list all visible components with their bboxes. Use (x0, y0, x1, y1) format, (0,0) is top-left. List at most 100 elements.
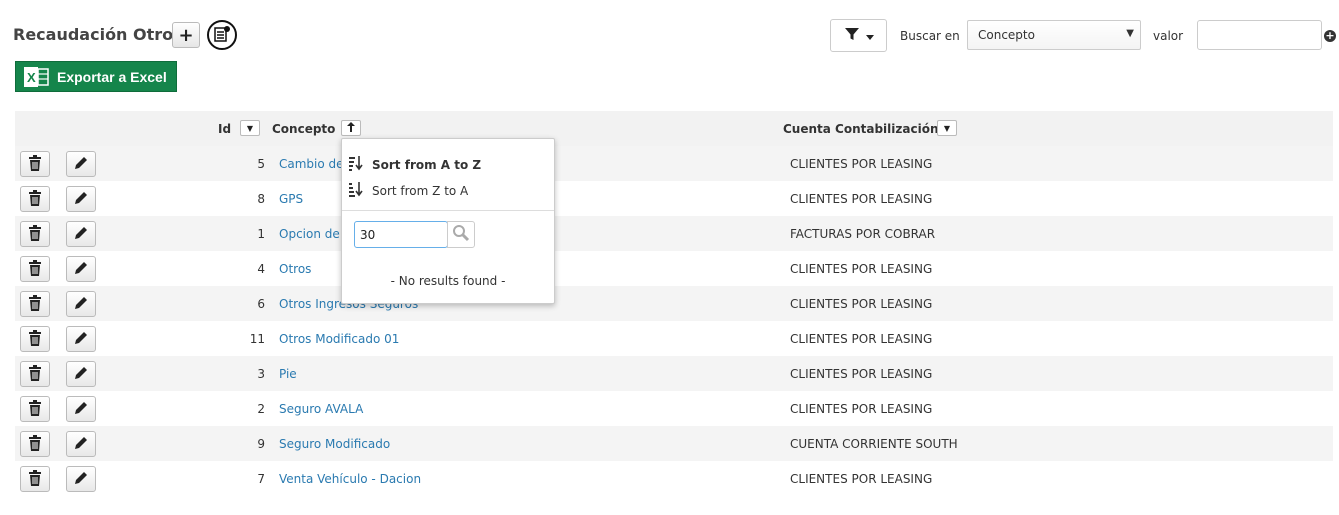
search-icon (452, 224, 470, 245)
row-cuenta: CLIENTES POR LEASING (790, 332, 933, 346)
trash-icon (28, 399, 42, 419)
row-cuenta: CLIENTES POR LEASING (790, 402, 933, 416)
table-row: 8 GPS CLIENTES POR LEASING (15, 181, 1333, 216)
delete-button[interactable] (20, 256, 50, 282)
table-row: 6 Otros Ingresos Seguros CLIENTES POR LEAS… (15, 286, 1333, 321)
sort-ascending-icon (348, 155, 364, 174)
no-results-message: - No results found - (390, 274, 506, 288)
row-id: 7 (257, 472, 265, 486)
row-concepto-link[interactable]: Pie (279, 367, 297, 381)
table-row: 3 Pie CLIENTES POR LEASING (15, 356, 1333, 391)
pencil-icon (74, 401, 88, 418)
filter-search-input[interactable]: 30 (354, 221, 448, 248)
search-field-select[interactable]: Concepto ▼ (967, 20, 1141, 50)
pencil-icon (74, 471, 88, 488)
row-cuenta: CLIENTES POR LEASING (790, 297, 933, 311)
table-row: 9 Seguro Modificado CUENTA CORRIENTE SOUTH (15, 426, 1333, 461)
edit-button[interactable] (66, 466, 96, 492)
column-sort-concepto-button[interactable] (341, 120, 361, 136)
row-id: 6 (257, 297, 265, 311)
row-cuenta: CLIENTES POR LEASING (790, 262, 933, 276)
edit-button[interactable] (66, 396, 96, 422)
delete-button[interactable] (20, 431, 50, 457)
trash-icon (28, 259, 42, 279)
table-row: 5 Cambio de CLIENTES POR LEASING (15, 146, 1333, 181)
pencil-icon (74, 191, 88, 208)
caret-down-icon: ▼ (943, 123, 951, 133)
excel-icon: X (23, 66, 49, 88)
edit-button[interactable] (66, 221, 96, 247)
delete-button[interactable] (20, 221, 50, 247)
trash-icon (28, 224, 42, 244)
trash-icon (28, 434, 42, 454)
sort-descending-item[interactable]: Sort from Z to A (348, 181, 468, 200)
export-excel-button[interactable]: X Exportar a Excel (15, 61, 177, 92)
edit-button[interactable] (66, 186, 96, 212)
pencil-icon (74, 296, 88, 313)
list-settings-icon (213, 25, 231, 46)
column-header-concepto[interactable]: Concepto (272, 122, 335, 136)
row-concepto-link[interactable]: GPS (279, 192, 303, 206)
row-id: 4 (257, 262, 265, 276)
page-title: Recaudación Otros (13, 25, 183, 44)
trash-icon (28, 329, 42, 349)
column-header-id[interactable]: Id (218, 122, 231, 136)
row-id: 11 (249, 332, 265, 346)
table-row: 7 Venta Vehículo - Dacion CLIENTES POR LEA… (15, 461, 1333, 496)
sort-ascending-item[interactable]: Sort from A to Z (348, 155, 481, 174)
delete-button[interactable] (20, 361, 50, 387)
column-menu-cuenta-button[interactable]: ▼ (937, 120, 957, 136)
add-filter-icon[interactable]: + (1324, 30, 1336, 42)
edit-button[interactable] (66, 151, 96, 177)
edit-button[interactable] (66, 431, 96, 457)
row-cuenta: FACTURAS POR COBRAR (790, 227, 936, 241)
settings-button[interactable] (207, 20, 237, 50)
table-row: 11 Otros Modificado 01 CLIENTES POR LEASIN… (15, 321, 1333, 356)
row-cuenta: CUENTA CORRIENTE SOUTH (790, 437, 958, 451)
trash-icon (28, 189, 42, 209)
pencil-icon (74, 436, 88, 453)
pencil-icon (74, 261, 88, 278)
row-concepto-link[interactable]: Cambio de (279, 157, 344, 171)
svg-text:X: X (27, 70, 36, 85)
delete-button[interactable] (20, 466, 50, 492)
edit-button[interactable] (66, 256, 96, 282)
delete-button[interactable] (20, 396, 50, 422)
column-menu-id-button[interactable]: ▼ (240, 120, 260, 136)
row-concepto-link[interactable]: Otros (279, 262, 311, 276)
caret-down-icon (865, 29, 874, 43)
row-id: 2 (257, 402, 265, 416)
caret-down-icon: ▼ (246, 123, 254, 133)
pencil-icon (74, 156, 88, 173)
delete-button[interactable] (20, 186, 50, 212)
table-row: 4 Otros CLIENTES POR LEASING (15, 251, 1333, 286)
trash-icon (28, 364, 42, 384)
delete-button[interactable] (20, 291, 50, 317)
row-concepto-link[interactable]: Opcion de (279, 227, 340, 241)
sort-descending-label: Sort from Z to A (372, 183, 469, 198)
row-id: 9 (257, 437, 265, 451)
add-button[interactable]: + (172, 22, 200, 48)
row-id: 8 (257, 192, 265, 206)
row-concepto-link[interactable]: Otros Modificado 01 (279, 332, 399, 346)
row-concepto-link[interactable]: Seguro AVALA (279, 402, 363, 416)
search-field-value: Concepto (978, 28, 1035, 42)
row-cuenta: CLIENTES POR LEASING (790, 367, 933, 381)
edit-button[interactable] (66, 361, 96, 387)
filter-search-button[interactable] (447, 221, 475, 248)
trash-icon (28, 154, 42, 174)
edit-button[interactable] (66, 291, 96, 317)
row-concepto-link[interactable]: Seguro Modificado (279, 437, 390, 451)
edit-button[interactable] (66, 326, 96, 352)
delete-button[interactable] (20, 151, 50, 177)
pencil-icon (74, 366, 88, 383)
table-header: Id ▼ Concepto Cuenta Contabilización ▼ (15, 111, 1333, 146)
filter-icon (844, 26, 860, 45)
column-header-cuenta[interactable]: Cuenta Contabilización (783, 122, 939, 136)
pencil-icon (74, 331, 88, 348)
row-concepto-link[interactable]: Venta Vehículo - Dacion (279, 472, 421, 486)
delete-button[interactable] (20, 326, 50, 352)
filter-dropdown-button[interactable] (830, 19, 887, 52)
value-input[interactable] (1197, 20, 1322, 50)
chevron-down-icon: ▼ (1126, 28, 1134, 39)
